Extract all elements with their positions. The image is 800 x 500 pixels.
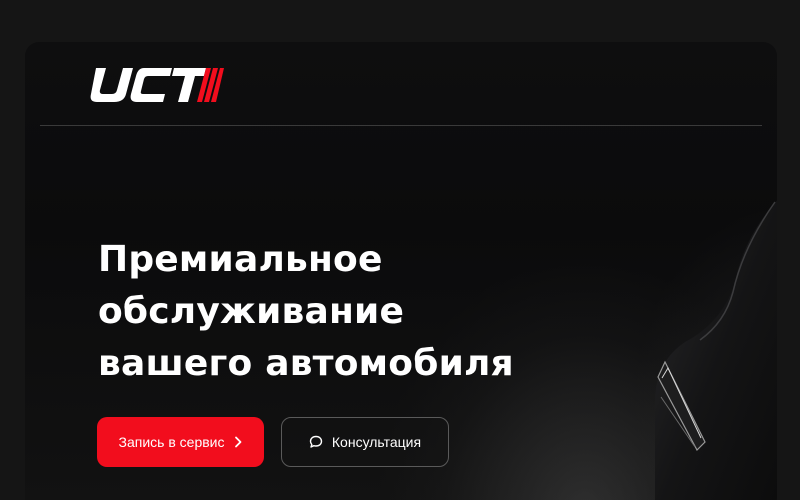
hero-section: Премиальное обслуживание вашего автомоби… xyxy=(25,42,777,500)
consultation-label: Консультация xyxy=(331,434,422,450)
site-header xyxy=(25,42,777,126)
book-service-label: Запись в сервис xyxy=(118,434,225,450)
chevron-right-icon xyxy=(234,436,242,448)
headline-line-2: обслуживание xyxy=(98,291,405,332)
book-service-button[interactable]: Запись в сервис xyxy=(97,417,264,467)
logo-icon[interactable] xyxy=(88,64,224,104)
headline-line-3: вашего автомобиля xyxy=(98,343,514,384)
car-silhouette-image xyxy=(655,200,777,500)
page: Премиальное обслуживание вашего автомоби… xyxy=(0,0,800,500)
consultation-button[interactable]: Консультация xyxy=(281,417,449,467)
headline-line-1: Премиальное xyxy=(98,239,383,280)
chat-bubble-icon xyxy=(309,435,323,449)
hero-headline: Премиальное обслуживание вашего автомоби… xyxy=(98,234,514,390)
header-divider xyxy=(40,125,762,126)
